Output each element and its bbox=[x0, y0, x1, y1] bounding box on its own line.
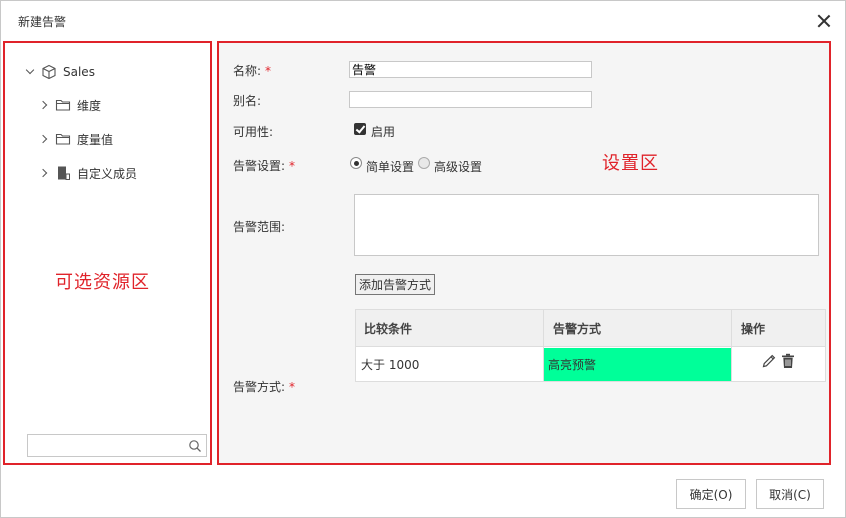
availability-label: 可用性: bbox=[233, 125, 274, 139]
delete-icon[interactable] bbox=[781, 353, 795, 372]
resource-panel: Sales 维度 度量值 自定义成员 可选资源区 bbox=[3, 41, 212, 465]
alias-input[interactable] bbox=[349, 91, 592, 108]
chevron-right-icon[interactable] bbox=[37, 98, 51, 112]
close-icon[interactable] bbox=[816, 13, 832, 29]
resource-search-input[interactable] bbox=[32, 435, 187, 455]
new-alert-dialog: 新建告警 Sales 维度 度量值 自定义成员 可选资源区 设置区 名称: * … bbox=[0, 0, 846, 518]
required-mark: * bbox=[289, 159, 296, 173]
cube-icon bbox=[41, 64, 57, 80]
simple-setting-radio[interactable] bbox=[350, 157, 362, 169]
chevron-down-icon[interactable] bbox=[23, 65, 37, 79]
alert-method-label: 告警方式: * bbox=[233, 380, 296, 394]
chevron-right-icon[interactable] bbox=[37, 166, 51, 180]
settings-area-annotation: 设置区 bbox=[602, 153, 659, 174]
chevron-right-icon[interactable] bbox=[37, 132, 51, 146]
alert-scope-input[interactable] bbox=[354, 194, 819, 256]
settings-panel: 设置区 名称:* 别名: 可用性: 启用 告警设置:* 简单设置 高级设置 告警… bbox=[217, 41, 831, 465]
custom-member-icon bbox=[55, 165, 71, 181]
tree-item-custom-members[interactable]: 自定义成员 bbox=[37, 163, 137, 183]
resource-area-annotation: 可选资源区 bbox=[55, 272, 150, 293]
advanced-setting-label: 高级设置 bbox=[434, 160, 483, 174]
tree-item-label: 度量值 bbox=[77, 132, 114, 147]
folder-icon bbox=[55, 97, 71, 113]
advanced-setting-radio[interactable] bbox=[418, 157, 430, 169]
tree-item-sales[interactable]: Sales bbox=[23, 62, 95, 82]
column-header-condition: 比较条件 bbox=[364, 322, 413, 336]
name-label: 名称: * bbox=[233, 64, 272, 78]
column-header-actions: 操作 bbox=[741, 322, 766, 336]
alert-scope-label: 告警范围: bbox=[233, 220, 286, 234]
column-header-method: 告警方式 bbox=[553, 322, 602, 336]
cancel-button[interactable]: 取消(C) bbox=[756, 479, 824, 509]
edit-icon[interactable] bbox=[761, 353, 777, 372]
ok-button[interactable]: 确定(O) bbox=[676, 479, 746, 509]
folder-icon bbox=[55, 131, 71, 147]
tree-item-label: Sales bbox=[63, 65, 95, 79]
dialog-title-bar: 新建告警 bbox=[1, 1, 845, 41]
dialog-title: 新建告警 bbox=[18, 15, 67, 29]
row-actions bbox=[761, 350, 801, 374]
add-alert-method-button[interactable]: 添加告警方式 bbox=[355, 274, 436, 295]
enable-checkbox[interactable] bbox=[354, 123, 366, 135]
required-mark: * bbox=[265, 64, 272, 78]
tree-item-label: 维度 bbox=[77, 98, 102, 113]
resource-search-box[interactable] bbox=[27, 434, 207, 457]
tree-item-label: 自定义成员 bbox=[77, 166, 138, 181]
required-mark: * bbox=[289, 380, 296, 394]
table-cell-condition[interactable]: 大于 1000 bbox=[361, 348, 419, 381]
name-input[interactable] bbox=[349, 61, 592, 78]
table-cell-method[interactable]: 高亮预警 bbox=[544, 348, 731, 381]
simple-setting-label: 简单设置 bbox=[366, 160, 415, 174]
search-icon[interactable] bbox=[188, 439, 202, 453]
enable-checkbox-label: 启用 bbox=[371, 125, 396, 139]
alias-label: 别名: bbox=[233, 94, 262, 108]
alert-method-table: 比较条件 告警方式 操作 大于 1000 高亮预警 bbox=[355, 309, 826, 382]
tree-item-dimensions[interactable]: 维度 bbox=[37, 95, 101, 115]
alert-setting-label: 告警设置: * bbox=[233, 159, 296, 173]
tree-item-measures[interactable]: 度量值 bbox=[37, 129, 113, 149]
